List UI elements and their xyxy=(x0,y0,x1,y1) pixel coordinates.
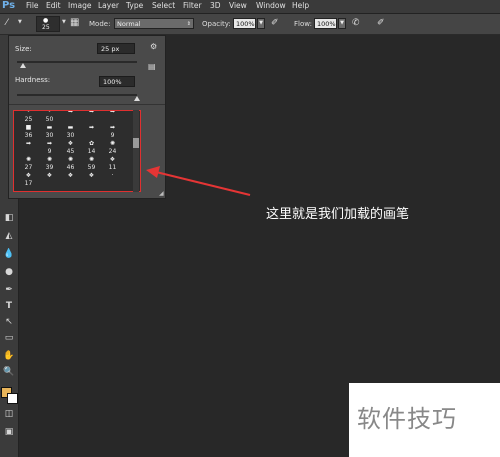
annotation-arrowhead xyxy=(146,166,160,178)
watermark-text: 软件技巧 xyxy=(357,405,457,433)
annotation-text: 这里就是我们加载的画笔 xyxy=(266,207,410,222)
annotation-arrow xyxy=(155,171,251,196)
